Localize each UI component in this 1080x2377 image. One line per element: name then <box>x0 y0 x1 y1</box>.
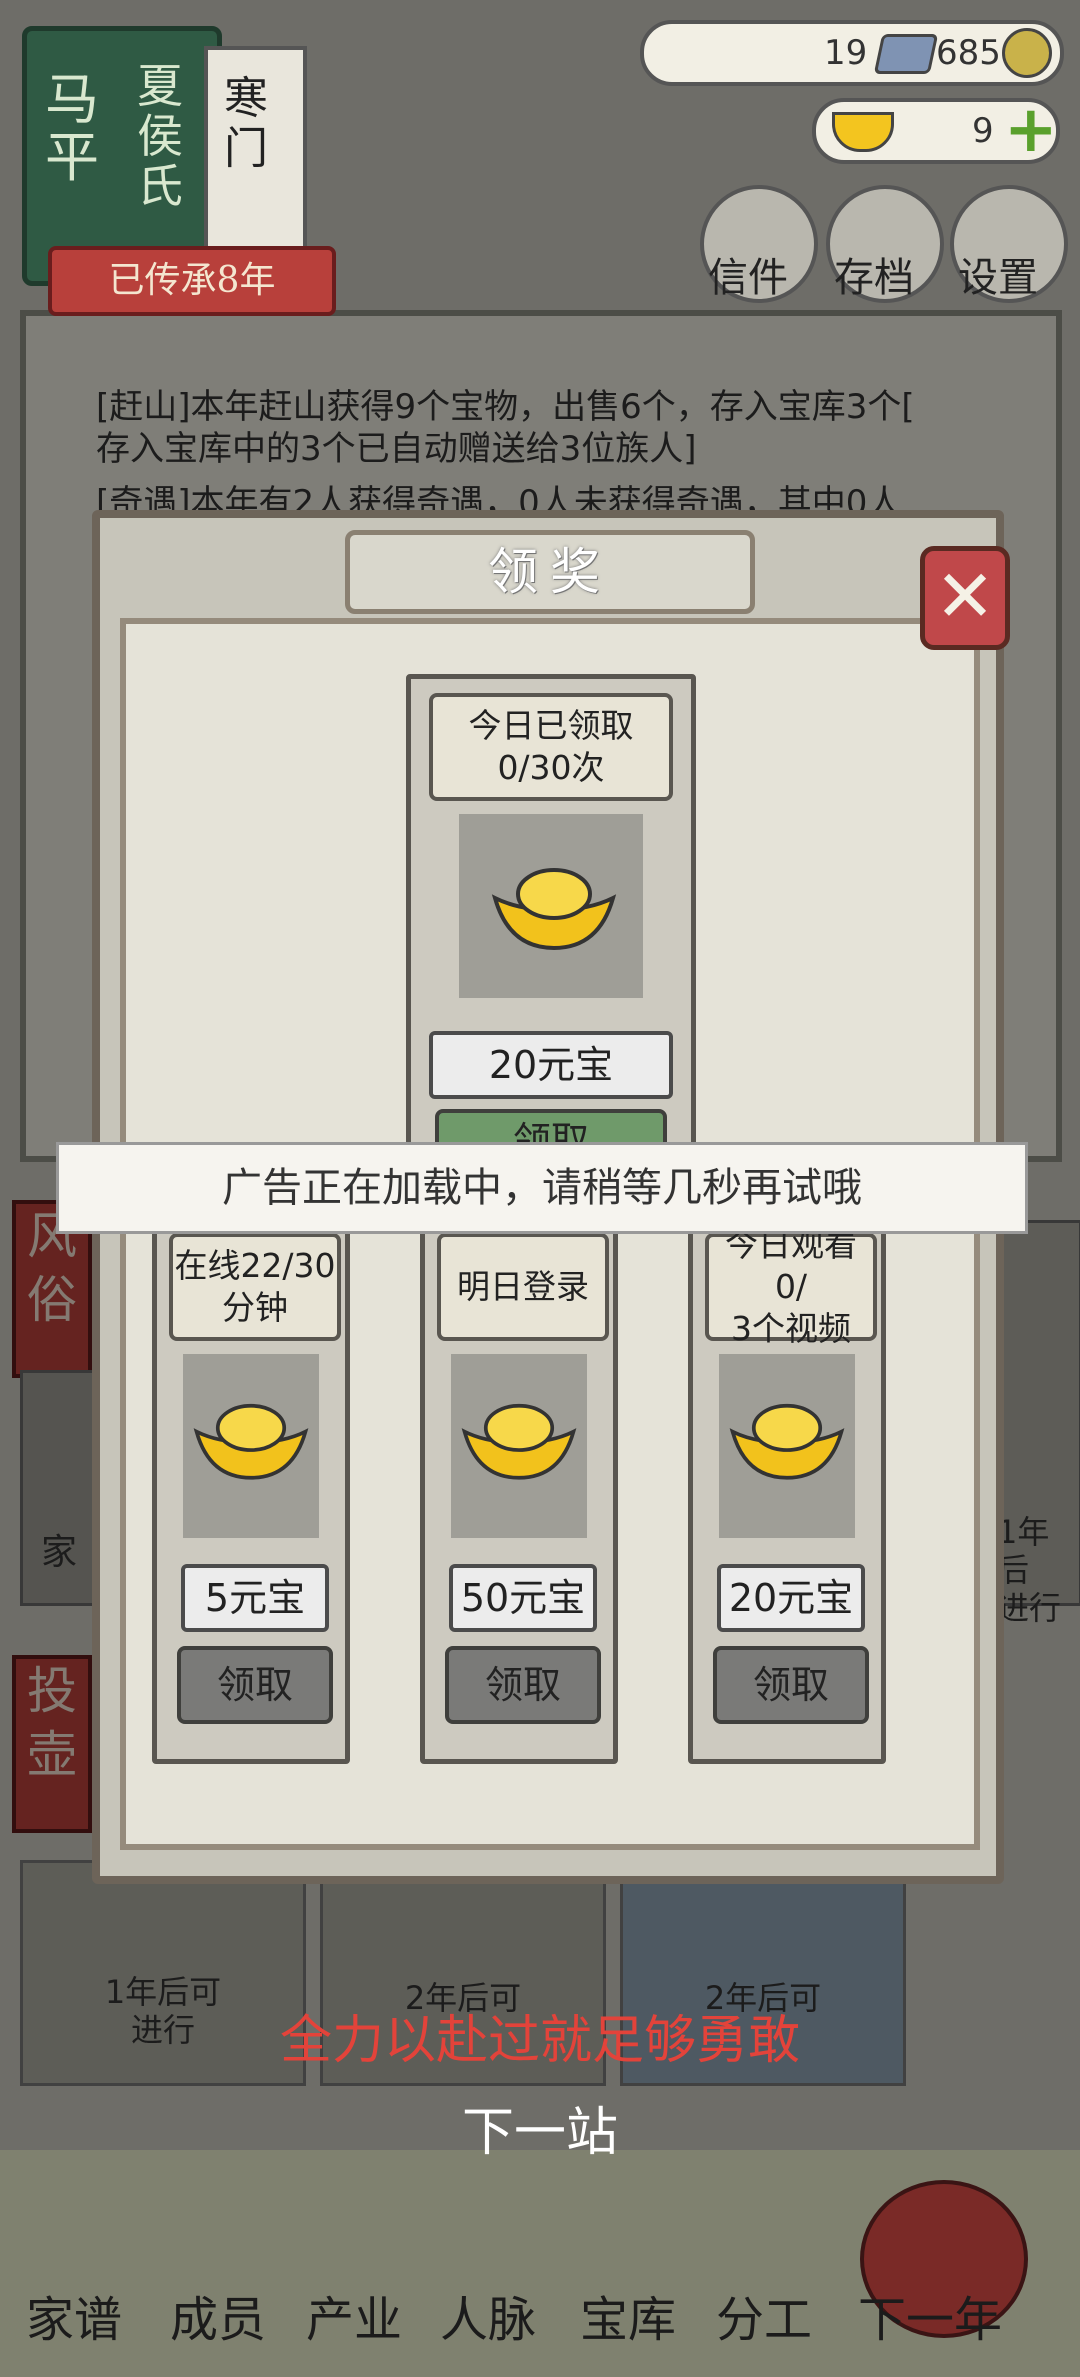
family-rank: 寒门 <box>224 73 268 174</box>
silver-copper-counter: 19 685 <box>640 20 1064 86</box>
reward-condition: 在线22/30 分钟 <box>169 1233 341 1341</box>
gold-counter: 9 + <box>812 98 1060 164</box>
inherit-ribbon: 已传承8年 <box>48 246 336 316</box>
claim-button[interactable]: 领取 <box>445 1646 601 1724</box>
close-button[interactable]: ✕ <box>920 546 1010 650</box>
nav-members[interactable]: 成员 <box>170 2280 266 2350</box>
save-label: 存档 <box>834 255 914 301</box>
nav-next-year[interactable]: 下一年 <box>858 2280 1002 2350</box>
reward-panel: 今日已领取 0/30次 20元宝 领取 在线22/30 分钟 5元宝 领取 明日… <box>120 618 980 1850</box>
reward-image <box>451 1354 587 1538</box>
reward-image <box>459 814 643 998</box>
gold-ingot-icon <box>832 112 894 152</box>
reward-condition: 今日已领取 0/30次 <box>429 693 673 801</box>
reward-amount: 20元宝 <box>429 1031 673 1099</box>
silver-icon <box>873 34 939 74</box>
nav-connections[interactable]: 人脉 <box>440 2280 536 2350</box>
claim-button[interactable]: 领取 <box>713 1646 869 1724</box>
reward-image <box>183 1354 319 1538</box>
nav-genealogy[interactable]: 家谱 <box>26 2280 122 2350</box>
subtitle-line2: 下一站 <box>461 2103 618 2163</box>
gold-ingot-icon <box>193 1403 309 1480</box>
reward-card-ad: 今日已领取 0/30次 20元宝 领取 <box>406 674 696 1184</box>
reward-amount: 50元宝 <box>449 1564 597 1632</box>
family-head-name: 马平 <box>45 68 99 189</box>
dialog-title-bar: 领奖 <box>345 530 755 614</box>
settings-label: 设置 <box>958 255 1038 301</box>
reward-condition: 今日观看0/ 3个视频 <box>705 1225 877 1348</box>
reward-card-online: 在线22/30 分钟 5元宝 领取 <box>152 1214 350 1764</box>
reward-card-login: 明日登录 50元宝 领取 <box>420 1214 618 1764</box>
gold-amount: 9 <box>972 111 994 151</box>
family-surname: 夏侯氏 <box>137 59 183 213</box>
dialog-title: 领奖 <box>488 543 612 601</box>
nav-industry[interactable]: 产业 <box>306 2280 402 2350</box>
family-book[interactable]: 马平 夏侯氏 寒门 已传承8年 <box>14 14 336 316</box>
nav-division[interactable]: 分工 <box>716 2280 812 2350</box>
copper-coin-icon <box>1002 28 1052 78</box>
reward-card-video: 今日观看0/ 3个视频 20元宝 领取 <box>688 1214 886 1764</box>
toast-message: 广告正在加载中，请稍等几秒再试哦 <box>56 1142 1028 1234</box>
silver-amount: 19 <box>824 33 868 73</box>
reward-amount: 5元宝 <box>181 1564 329 1632</box>
nav-treasury[interactable]: 宝库 <box>580 2280 676 2350</box>
claim-button[interactable]: 领取 <box>177 1646 333 1724</box>
reward-image <box>719 1354 855 1538</box>
copper-amount: 685 <box>936 33 1001 73</box>
close-icon: ✕ <box>934 554 996 638</box>
add-gold-icon[interactable]: + <box>1004 98 1058 162</box>
gold-ingot-icon <box>461 1403 577 1480</box>
letters-label: 信件 <box>708 255 788 301</box>
subtitle-line1: 全力以赴过就足够勇敢 <box>279 2011 800 2071</box>
reward-amount: 20元宝 <box>717 1564 865 1632</box>
reward-condition: 明日登录 <box>437 1233 609 1341</box>
gold-ingot-icon <box>729 1403 845 1480</box>
gold-ingot-icon <box>491 868 617 951</box>
